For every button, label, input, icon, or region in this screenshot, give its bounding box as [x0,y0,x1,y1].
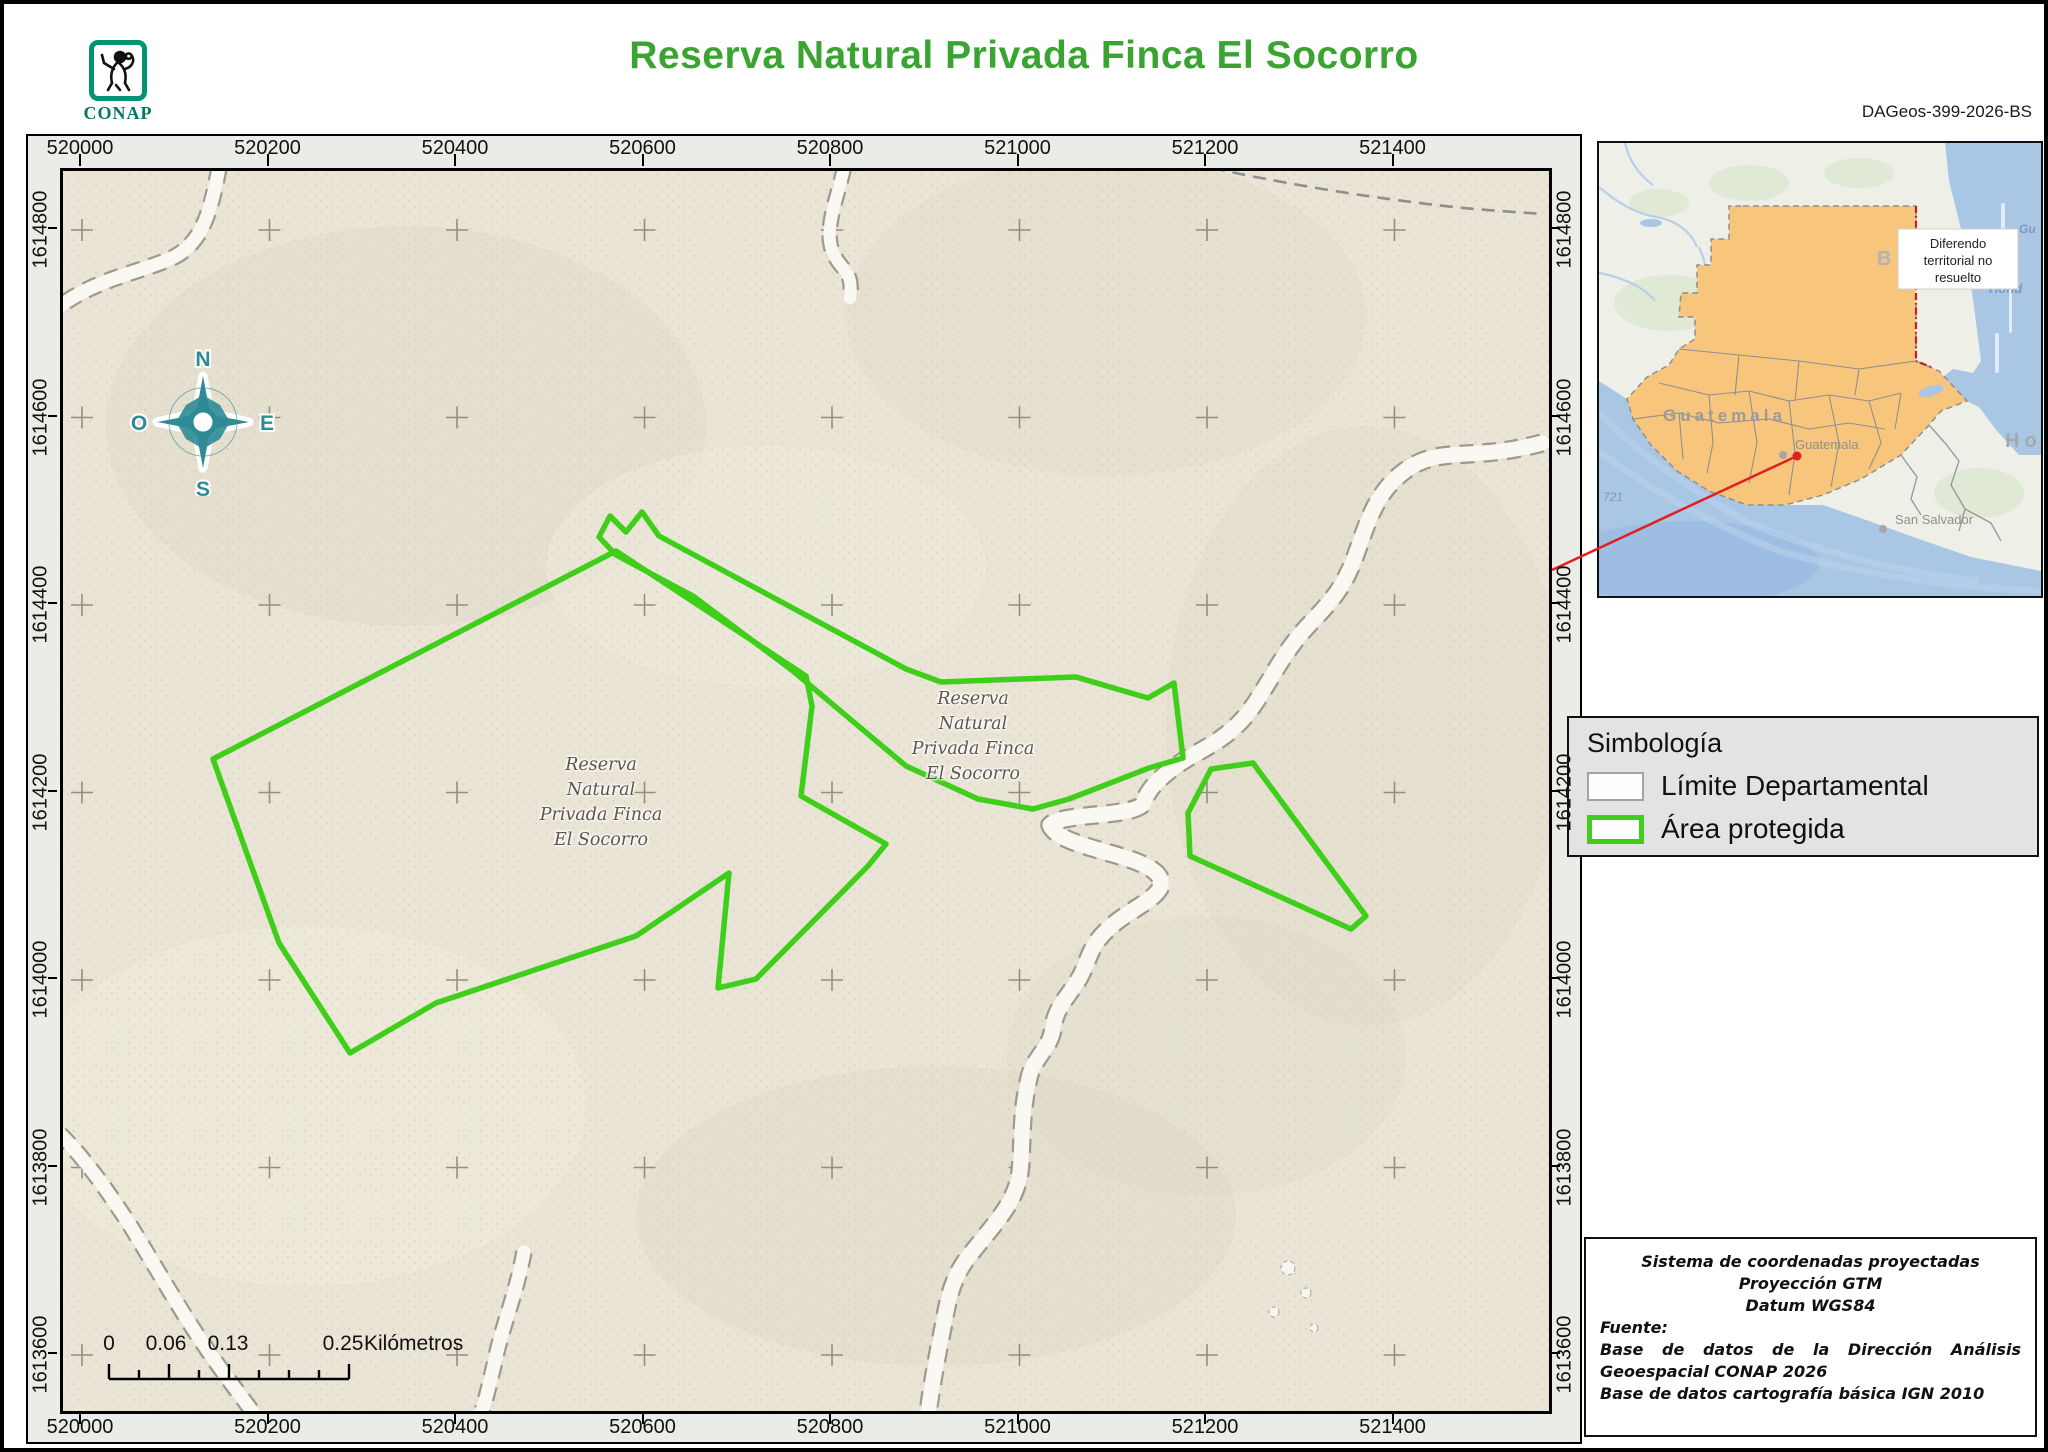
scale-unit-label: Kilómetros [364,1332,463,1355]
legend: Simbología Límite Departamental Área pro… [1567,716,2039,857]
inset-city-label: San Salvador [1895,512,1974,527]
axis-tick [454,154,456,166]
axis-tick [48,977,57,979]
axis-label-left: 1614600 [30,377,53,457]
scale-label: 0.13 [208,1332,249,1355]
axis-tick [1551,977,1560,979]
axis-tick [1551,415,1560,417]
axis-tick [48,602,57,604]
map-frame: 00.060.130.25Kilómetros ReservaNaturalPr… [26,134,1582,1444]
inset-sea-label: Gu [2019,222,2036,236]
reserve-label-line: Reserva [863,687,1083,712]
axis-label-right: 1613800 [1554,1127,1577,1207]
inset-depth-label: 721 [1603,490,1623,504]
source-title: Fuente: [1600,1317,2021,1339]
legend-item-label: Área protegida [1661,813,1845,845]
compass-east-label: E [260,412,274,435]
axis-tick [79,1413,81,1424]
axis-tick [48,1352,57,1354]
conap-logo-label: CONAP [70,103,166,124]
axis-label-left: 1613800 [30,1127,53,1207]
scale-label: 0.06 [146,1332,187,1355]
axis-tick [1017,154,1019,166]
territorial-note-line: resuelto [1935,270,1981,285]
axis-tick [642,1413,644,1424]
axis-tick [1551,227,1560,229]
axis-tick [829,1413,831,1424]
axis-label-left: 1614800 [30,190,53,270]
monkey-icon [94,45,142,96]
reserve-label-west: ReservaNaturalPrivada FincaEl Socorro [491,753,711,853]
inset-country-label: Guatemala [1663,406,1786,425]
axis-tick [1551,1352,1560,1354]
axis-label-left: 1613600 [30,1315,53,1395]
projection-line: Proyección GTM [1600,1273,2021,1295]
reserve-label-east: ReservaNaturalPrivada FincaEl Socorro [863,687,1083,787]
protected-area-swatch-icon [1587,815,1644,844]
axis-label-right: 1614200 [1554,752,1577,832]
axis-tick [267,154,269,166]
axis-tick [1392,154,1394,166]
inset-honduras-label: Ho [2005,430,2042,452]
legend-item-departmental-limit: Límite Departamental [1587,770,2037,802]
departmental-limit-swatch-icon [1587,772,1644,801]
document-code: DAGeos-399-2026-BS [1632,102,2032,122]
reserve-label-line: Natural [863,712,1083,737]
inset-locator-map: BGuatemalaGuHondHo721GuatemalaSan Salvad… [1597,141,2043,598]
compass-rose-icon: N E S O [127,344,279,496]
axis-tick [1551,1165,1560,1167]
datum-line: Datum WGS84 [1600,1295,2021,1317]
source-line-1: Base de datos de la Dirección Análisis G… [1600,1339,2021,1383]
compass-west-label: O [131,412,147,435]
legend-title: Simbología [1587,728,2037,759]
main-map-canvas: 0 0.06 0.13 0.25Kilómetros [60,168,1552,1414]
axis-label-left: 1614200 [30,752,53,832]
axis-label-right: 1614800 [1554,190,1577,270]
map-document-page: CONAP Reserva Natural Privada Finca El S… [0,0,2048,1452]
legend-item-label: Límite Departamental [1661,770,1929,802]
crs-line: Sistema de coordenadas proyectadas [1600,1251,2021,1273]
axis-tick [48,415,57,417]
compass-south-label: S [196,478,210,496]
axis-label-left: 1614400 [30,565,53,645]
reserve-label-line: Natural [491,778,711,803]
scale-label: 0.25 [323,1332,364,1355]
reserve-label-line: Reserva [491,753,711,778]
axis-label-right: 1613600 [1554,1315,1577,1395]
axis-tick [267,1413,269,1424]
territorial-note-line: Diferendo [1930,236,1986,251]
source-line-2: Base de datos cartografía básica IGN 201… [1600,1383,2021,1405]
axis-tick [79,154,81,166]
reserve-label-line: Privada Finca [863,737,1083,762]
credits-box: Sistema de coordenadas proyectadas Proye… [1584,1237,2037,1437]
inset-belize-label: B [1877,248,1891,270]
axis-tick [1017,1413,1019,1424]
reserve-label-line: El Socorro [491,828,711,853]
axis-tick [48,790,57,792]
scale-label: 0 [103,1332,115,1355]
axis-label-left: 1614000 [30,940,53,1020]
reserve-label-line: El Socorro [863,762,1083,787]
axis-tick [1204,154,1206,166]
page-title: Reserva Natural Privada Finca El Socorro [304,34,1744,78]
axis-tick [1392,1413,1394,1424]
conap-logo-icon [89,40,147,101]
inset-capital-label: Guatemala [1795,437,1859,452]
axis-tick [48,227,57,229]
axis-tick [829,154,831,166]
reserve-label-line: Privada Finca [491,803,711,828]
axis-tick [1551,602,1560,604]
compass-north-label: N [195,348,210,371]
axis-label-right: 1614000 [1554,940,1577,1020]
axis-tick [1204,1413,1206,1424]
axis-label-right: 1614400 [1554,565,1577,645]
main-map: 00.060.130.25Kilómetros ReservaNaturalPr… [60,168,1552,1414]
axis-tick [48,1165,57,1167]
axis-label-right: 1614600 [1554,377,1577,457]
axis-tick [642,154,644,166]
legend-item-protected-area: Área protegida [1587,813,2037,845]
axis-tick [454,1413,456,1424]
territorial-note-line: territorial no [1924,253,1993,268]
axis-tick [1551,790,1560,792]
